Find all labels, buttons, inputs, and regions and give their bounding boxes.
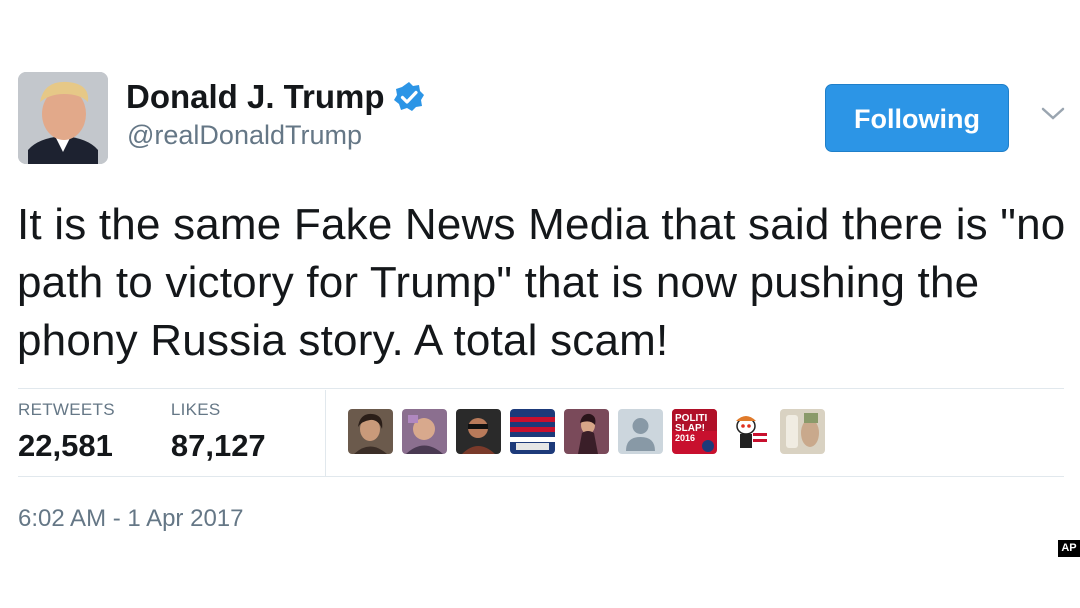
likes-stat[interactable]: LIKES 87,127 <box>171 400 266 464</box>
svg-text:2016: 2016 <box>675 433 695 443</box>
verified-badge-icon <box>393 82 424 111</box>
likes-count: 87,127 <box>170 428 266 463</box>
politislap-avatar[interactable]: POLITI SLAP! 2016 <box>672 409 717 454</box>
retweets-label: RETWEETS <box>18 400 115 419</box>
profile-avatar[interactable] <box>18 72 108 164</box>
liker-avatar[interactable] <box>456 409 501 454</box>
tweet-timestamp[interactable]: 6:02 AM - 1 Apr 2017 <box>18 505 243 533</box>
retweets-count: 22,581 <box>18 428 113 463</box>
avatar-portrait <box>18 72 108 164</box>
display-name[interactable]: Donald J. Trump <box>126 78 385 116</box>
liker-avatar[interactable] <box>510 409 555 454</box>
user-handle[interactable]: @realDonaldTrump <box>127 120 362 151</box>
divider <box>18 388 1064 389</box>
stats-divider <box>325 390 326 476</box>
likes-label: LIKES <box>170 400 221 419</box>
liker-avatar[interactable] <box>402 409 447 454</box>
likers-avatar-list: POLITI SLAP! 2016 <box>348 409 825 454</box>
tweet-text: It is the same Fake News Media that said… <box>17 200 1066 365</box>
liker-avatar[interactable] <box>348 409 393 454</box>
tweet-stats: RETWEETS 22,581 LIKES 87,127 <box>18 400 322 464</box>
liker-avatar[interactable] <box>780 409 825 454</box>
following-button[interactable]: Following <box>825 84 1009 152</box>
chevron-down-icon[interactable] <box>1040 104 1066 124</box>
default-egg-avatar-icon[interactable] <box>618 409 663 454</box>
ap-watermark: AP <box>1058 540 1080 557</box>
display-name-row[interactable]: Donald J. Trump <box>126 78 425 116</box>
retweets-stat[interactable]: RETWEETS 22,581 <box>18 400 115 464</box>
liker-avatar[interactable] <box>564 409 609 454</box>
divider <box>18 476 1064 477</box>
cartoon-avatar[interactable] <box>726 409 771 454</box>
